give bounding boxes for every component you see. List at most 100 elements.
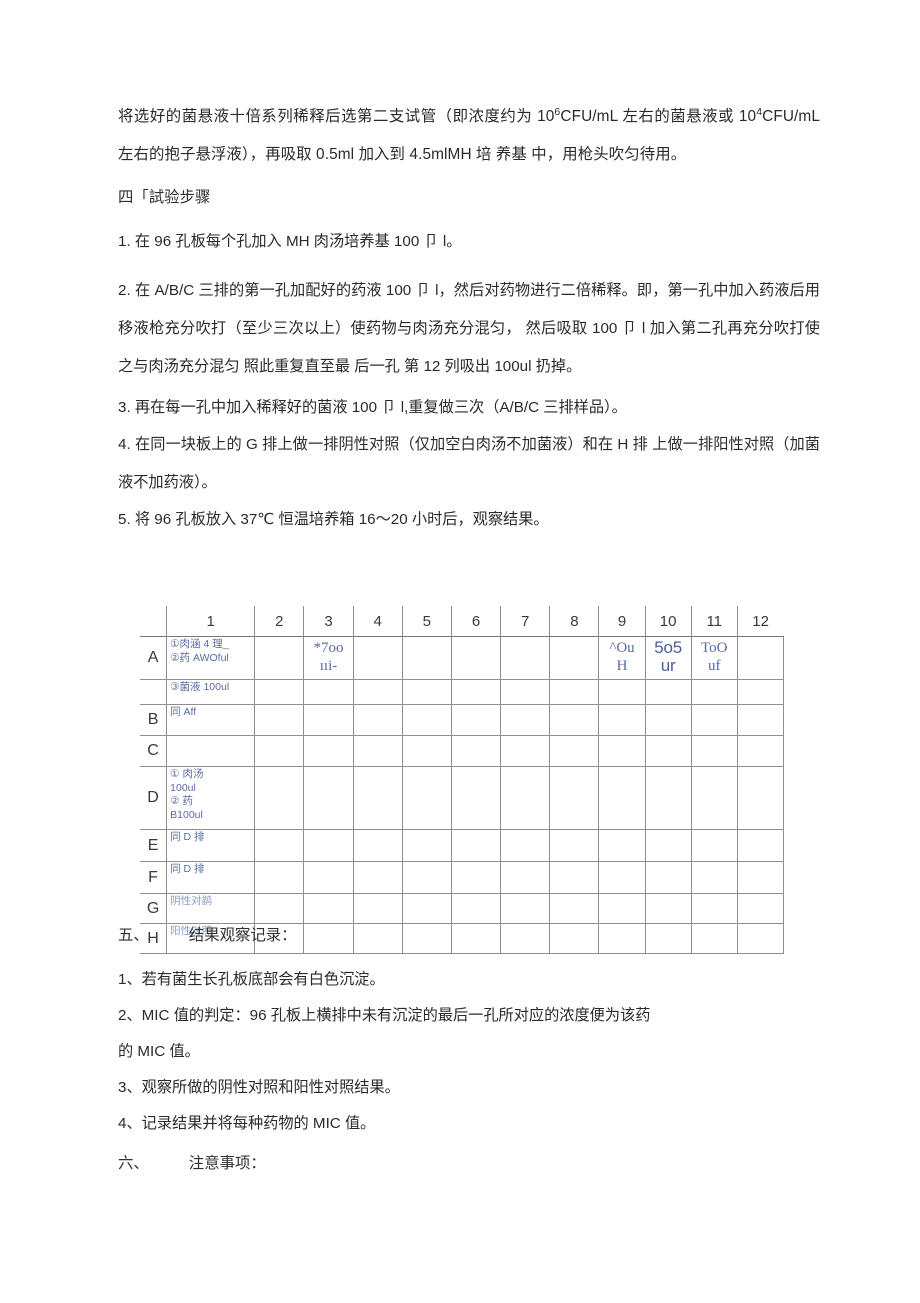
plate-cell-Acont-7[interactable] [500,679,551,705]
plate-cell-E7[interactable] [500,829,551,862]
plate-row-C: C [140,735,785,767]
plate-cell-C5[interactable] [402,735,452,767]
plate-cell-B1[interactable]: 同 Aff [166,704,256,736]
plate-cell-C4[interactable] [353,735,403,767]
plate-corner-cell [140,606,168,637]
plate-cell-B3[interactable] [303,704,354,736]
plate-cell-A12[interactable] [737,636,785,680]
plate-cell-A7[interactable] [500,636,551,680]
plate-cell-D12[interactable] [737,766,785,830]
plate-cell-Acont-3[interactable] [303,679,354,705]
plate-cell-D8[interactable] [549,766,600,830]
plate-cell-A11[interactable]: ToO uf [691,636,738,680]
plate-col-header-6: 6 [451,606,502,637]
plate-cell-B7[interactable] [500,704,551,736]
plate-cell-F2[interactable] [254,861,305,894]
intro-line1-a: 将选好的菌悬液十倍系列稀释后选第二支试管（即浓度约为 10 [118,108,555,125]
plate-cell-A10[interactable]: 5o5 ur [645,636,692,680]
plate-cell-Acont-5[interactable] [402,679,452,705]
plate-cell-A4[interactable] [353,636,403,680]
plate-cell-C10[interactable] [645,735,692,767]
plate-cell-C9[interactable] [598,735,646,767]
plate-col-header-4: 4 [353,606,403,637]
plate-cell-F9[interactable] [598,861,646,894]
plate-cell-Acont-1[interactable]: ③菌液 100ul [166,679,256,705]
plate-cell-F7[interactable] [500,861,551,894]
plate-cell-Acont-4[interactable] [353,679,403,705]
plate-cell-C6[interactable] [451,735,502,767]
plate-cell-F3[interactable] [303,861,354,894]
plate-cell-B12[interactable] [737,704,785,736]
plate-cell-Acont-12[interactable] [737,679,785,705]
plate-cell-C1[interactable] [166,735,256,767]
plate-cell-D11[interactable] [691,766,738,830]
plate-cell-B5[interactable] [402,704,452,736]
plate-cell-A9-annotation: ^Ou H [599,637,644,675]
plate-cell-E2[interactable] [254,829,305,862]
plate-cell-Acont-11[interactable] [691,679,738,705]
plate-cell-C3[interactable] [303,735,354,767]
plate-cell-E9[interactable] [598,829,646,862]
plate-cell-E6[interactable] [451,829,502,862]
plate-row-label-A: A [140,636,168,680]
plate-cell-F8[interactable] [549,861,600,894]
plate-cell-Acont-6[interactable] [451,679,502,705]
plate-cell-A8[interactable] [549,636,600,680]
plate-cell-A11-line2: uf [707,658,721,674]
plate-cell-B2[interactable] [254,704,305,736]
plate-cell-C12[interactable] [737,735,785,767]
plate-cell-Acont-10[interactable] [645,679,692,705]
plate-cell-C2[interactable] [254,735,305,767]
plate-row-A-continuation: ③菌液 100ul [140,679,785,705]
plate-cell-E10[interactable] [645,829,692,862]
plate-cell-D10[interactable] [645,766,692,830]
plate-cell-D6[interactable] [451,766,502,830]
plate-cell-B6[interactable] [451,704,502,736]
plate-cell-C7[interactable] [500,735,551,767]
plate-cell-F4[interactable] [353,861,403,894]
plate-cell-Acont-2[interactable] [254,679,305,705]
plate-cell-D4[interactable] [353,766,403,830]
plate-row-label-E: E [140,829,168,862]
plate-cell-A6[interactable] [451,636,502,680]
plate-cell-C11[interactable] [691,735,738,767]
plate-cell-F1[interactable]: 同 D 排 [166,861,256,894]
step-2: 2. 在 A/B/C 三排的第一孔加配好的药液 100 卩 l，然后对药物进行二… [118,282,820,375]
plate-cell-E1[interactable]: 同 D 排 [166,829,256,862]
plate-cell-A3[interactable]: *7oo ııi- [303,636,354,680]
plate-cell-Acont-8[interactable] [549,679,600,705]
plate-cell-A1[interactable]: ①肉涵 4 理_ ②药 AWOful [166,636,256,680]
plate-cell-E11[interactable] [691,829,738,862]
plate-cell-F5[interactable] [402,861,452,894]
plate-cell-A9[interactable]: ^Ou H [598,636,646,680]
intro-line3: 头吹匀待用。 [593,146,687,163]
plate-cell-B10[interactable] [645,704,692,736]
plate-cell-Acont-9[interactable] [598,679,646,705]
plate-col-header-5: 5 [402,606,452,637]
plate-cell-C8[interactable] [549,735,600,767]
plate-cell-A2[interactable] [254,636,305,680]
plate-cell-A5[interactable] [402,636,452,680]
plate-cell-D7[interactable] [500,766,551,830]
plate-cell-F12[interactable] [737,861,785,894]
plate-cell-D9[interactable] [598,766,646,830]
plate-cell-D1[interactable]: ① 肉汤 100ul ② 药 B100ul [166,766,256,830]
plate-cell-D3[interactable] [303,766,354,830]
plate-cell-D5[interactable] [402,766,452,830]
plate-cell-B8[interactable] [549,704,600,736]
plate-cell-F11[interactable] [691,861,738,894]
plate-cell-B11[interactable] [691,704,738,736]
plate-cell-D2[interactable] [254,766,305,830]
plate-cell-B9[interactable] [598,704,646,736]
plate-row-label-B: B [140,704,168,736]
plate-cell-B4[interactable] [353,704,403,736]
plate-row-B: B 同 Aff [140,704,785,736]
plate-cell-E4[interactable] [353,829,403,862]
plate-cell-E12[interactable] [737,829,785,862]
plate-cell-D1-line1: ① 肉汤 [170,768,204,780]
plate-cell-F6[interactable] [451,861,502,894]
plate-cell-E5[interactable] [402,829,452,862]
plate-cell-E8[interactable] [549,829,600,862]
plate-cell-E3[interactable] [303,829,354,862]
plate-cell-F10[interactable] [645,861,692,894]
